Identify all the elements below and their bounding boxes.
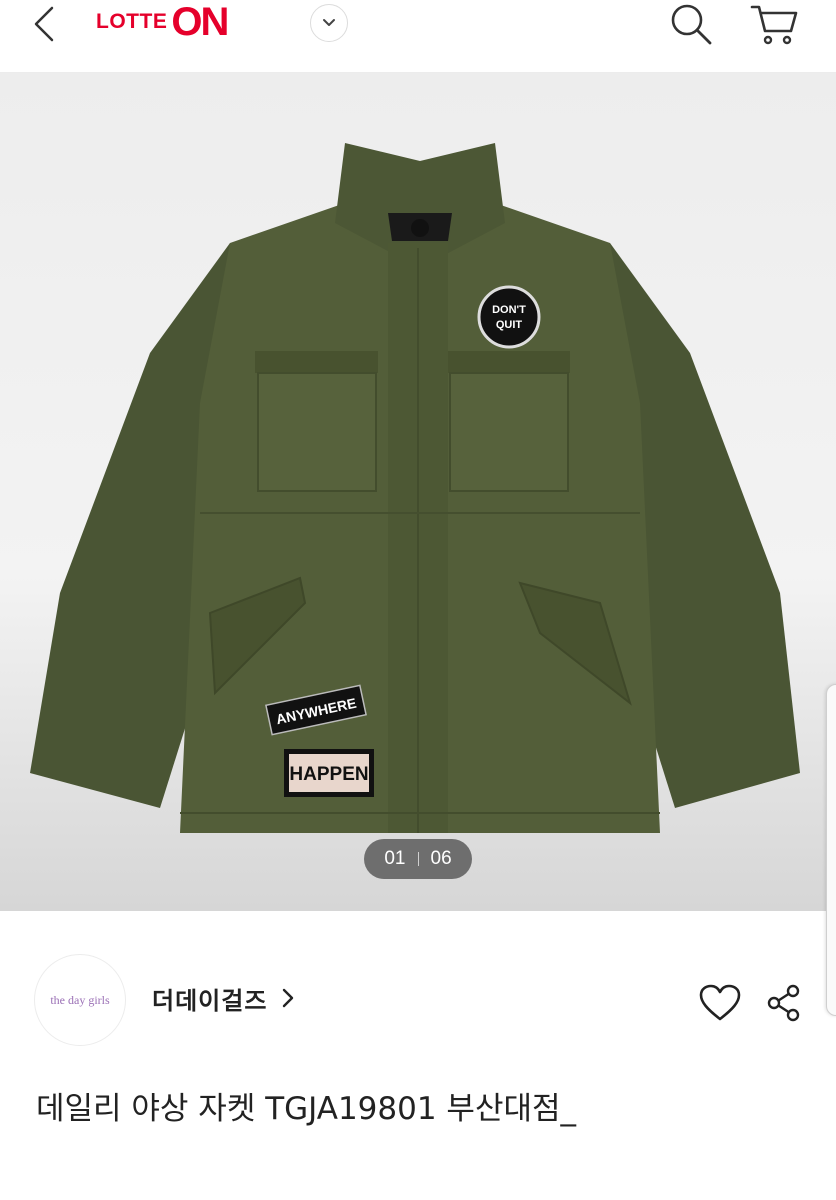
cart-icon: [750, 5, 798, 45]
current-page: 01: [384, 848, 406, 869]
app-header: LOTTE ON: [0, 0, 836, 73]
search-icon: [671, 4, 712, 45]
chevron-down-icon: [323, 19, 335, 26]
share-icon: [767, 984, 800, 1022]
chevron-right-icon: [281, 987, 295, 1009]
image-page-indicator: 01 06: [364, 839, 472, 879]
patch-dont-quit-line2: QUIT: [496, 319, 523, 331]
back-button[interactable]: [20, 0, 70, 48]
page-separator: [417, 852, 419, 866]
seller-logo-text: the day girls: [50, 992, 110, 1007]
lotteon-logo[interactable]: LOTTE ON: [96, 0, 229, 44]
seller-name: 더데이걸즈: [152, 986, 268, 1015]
share-button[interactable]: [764, 982, 804, 1024]
seller-logo[interactable]: the day girls: [34, 954, 126, 1046]
search-button[interactable]: [664, 0, 718, 48]
seller-store-link[interactable]: 더데이걸즈: [152, 978, 295, 1018]
cart-button[interactable]: [744, 0, 804, 48]
patch-dont-quit-line1: DON'T: [492, 304, 526, 316]
patch-happen: HAPPEN: [284, 749, 374, 797]
patch-happen-text: HAPPEN: [289, 764, 368, 785]
product-title: 데일리 야상 자켓 TGJA19801 부산대점_: [36, 1091, 577, 1127]
product-image-gallery[interactable]: DON'T QUIT ANYWHERE HAPPEN 01 06: [0, 73, 836, 911]
product-image: DON'T QUIT ANYWHERE HAPPEN: [30, 143, 800, 833]
heart-icon: [699, 984, 741, 1021]
logo-text-on: ON: [171, 0, 229, 44]
total-pages: 06: [430, 848, 452, 869]
scroll-handle[interactable]: [826, 684, 836, 1016]
chevron-left-icon: [34, 6, 54, 42]
wishlist-button[interactable]: [698, 982, 742, 1024]
logo-text-lotte: LOTTE: [96, 10, 168, 33]
patch-dont-quit: DON'T QUIT: [477, 285, 541, 349]
service-menu-button[interactable]: [310, 4, 348, 42]
